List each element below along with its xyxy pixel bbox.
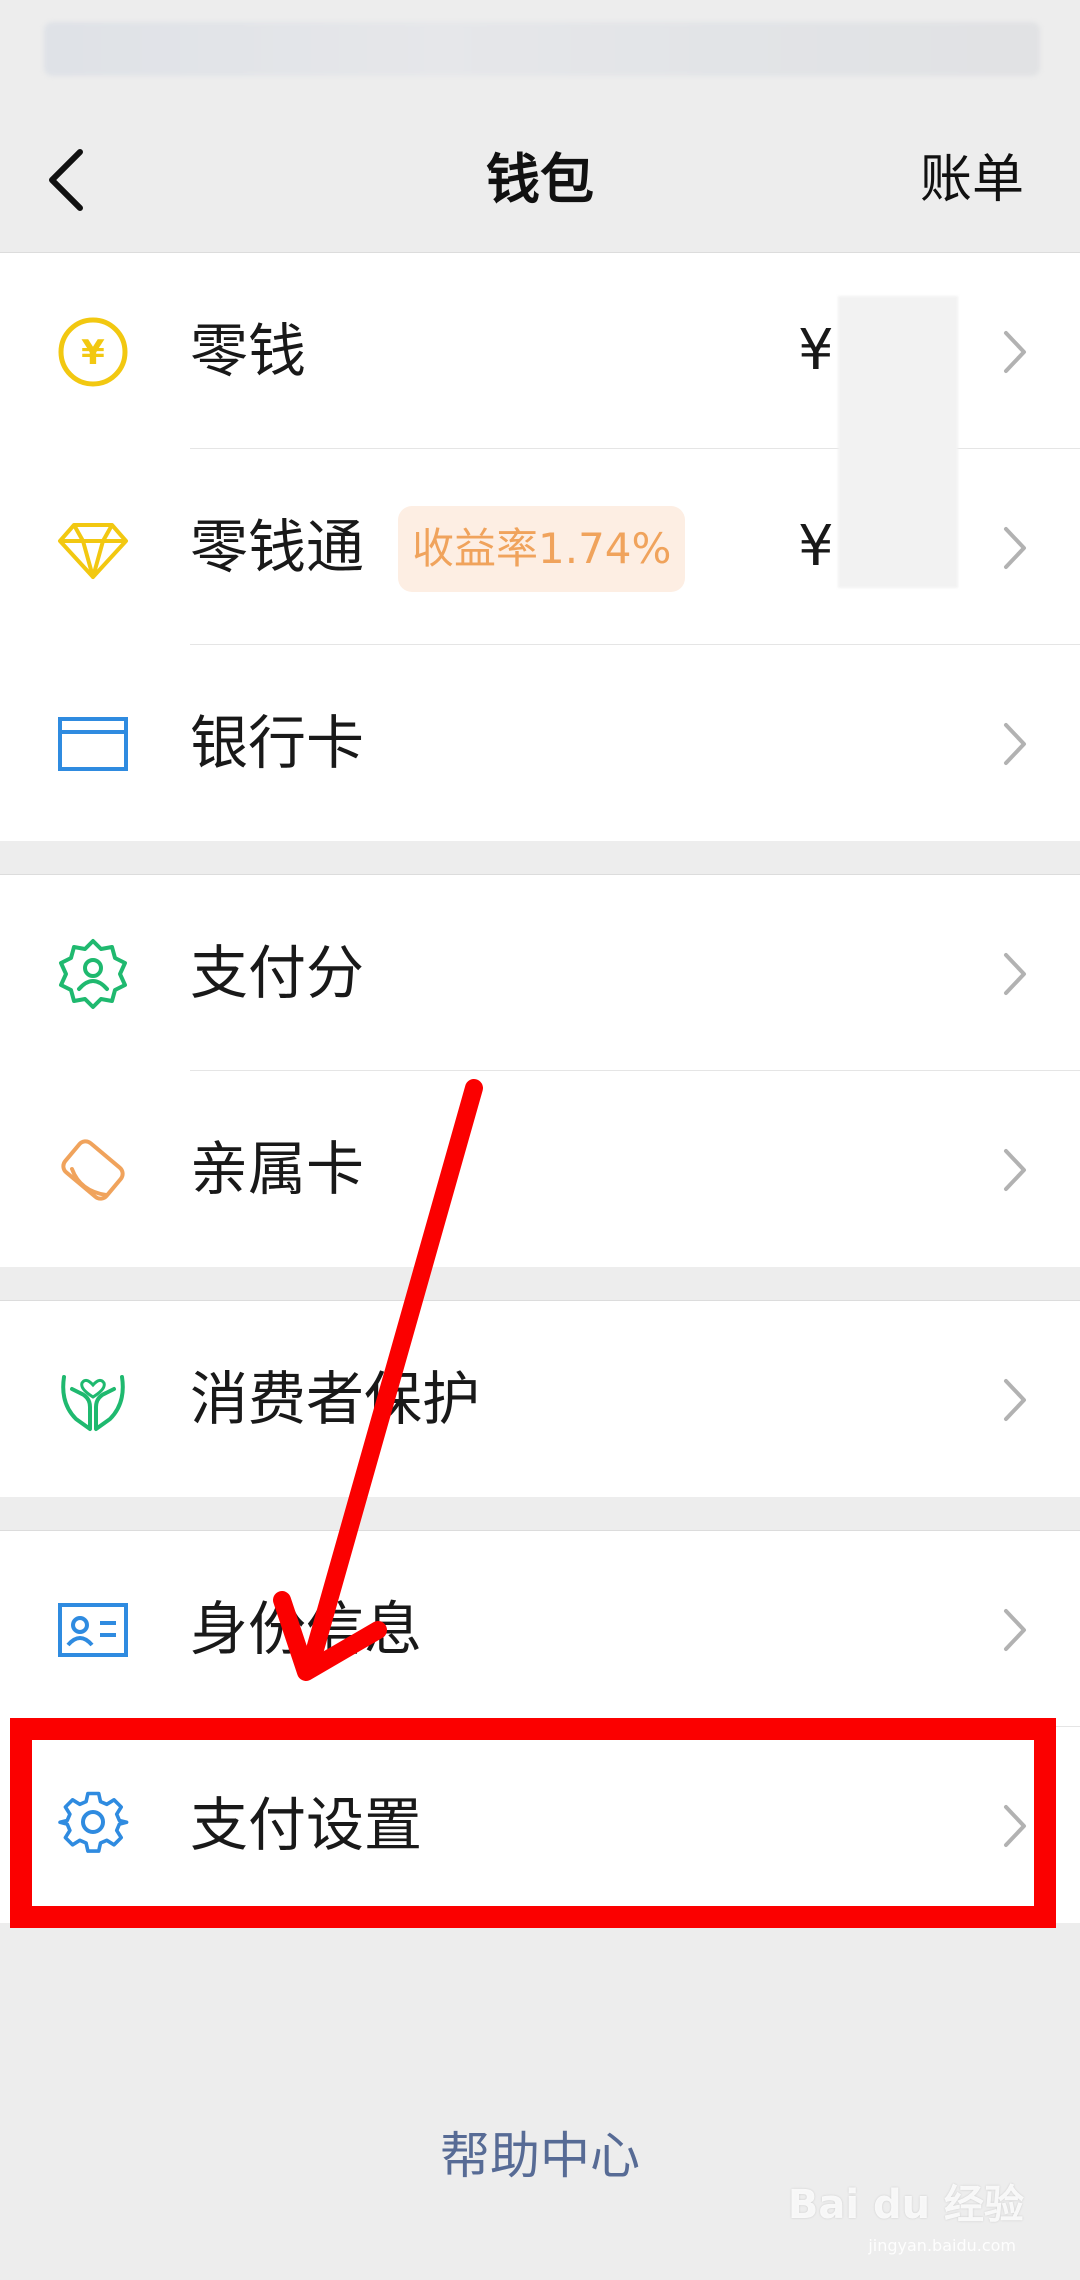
balance-amount: ¥ [798,514,834,579]
list-item-bank-card[interactable]: 银行卡 [0,645,1080,841]
wallet-group-protection: 消费者保护 [0,1300,1080,1497]
watermark-logo: Bai du 经验 [787,2182,1024,2228]
chevron-right-icon [1004,527,1026,569]
wallet-group-services: 支付分 亲属卡 [0,874,1080,1267]
list-item-identity-info[interactable]: 身份信息 [0,1531,1080,1727]
nav-bar: 钱包 账单 [0,110,1080,250]
item-label: 身份信息 [190,1595,423,1663]
list-item-family-card[interactable]: 亲属卡 [0,1071,1080,1267]
item-label: 零钱 [190,317,307,385]
pay-score-icon [59,939,127,1009]
item-label: 零钱通 [190,513,365,581]
highlight-box [10,1718,1056,1928]
diamond-icon [58,523,128,579]
id-card-icon [58,1603,128,1657]
status-bar [44,22,1040,76]
bank-card-icon [58,717,128,771]
item-label: 支付分 [190,939,365,1007]
item-label: 银行卡 [190,709,365,777]
hands-icon [61,1375,125,1431]
family-card-icon [61,1139,125,1201]
item-label: 消费者保护 [190,1365,481,1433]
chevron-right-icon [1004,1149,1026,1191]
chevron-right-icon [1004,1379,1026,1421]
chevron-right-icon [1004,953,1026,995]
page-title: 钱包 [486,148,594,211]
chevron-right-icon [1004,1609,1026,1651]
svg-text:¥: ¥ [81,333,105,373]
yuan-coin-icon: ¥ [58,317,128,387]
list-item-pay-score[interactable]: 支付分 [0,875,1080,1071]
yield-badge: 收益率1.74% [398,506,686,592]
redacted-amount-overlay [838,296,958,588]
bill-button[interactable]: 账单 [920,140,1024,220]
list-item-consumer-protection[interactable]: 消费者保护 [0,1301,1080,1497]
watermark-url: jingyan.baidu.com [868,2236,1016,2255]
item-label: 亲属卡 [190,1135,365,1203]
balance-amount: ¥ [798,318,834,383]
chevron-right-icon [1004,723,1026,765]
chevron-right-icon [1004,331,1026,373]
